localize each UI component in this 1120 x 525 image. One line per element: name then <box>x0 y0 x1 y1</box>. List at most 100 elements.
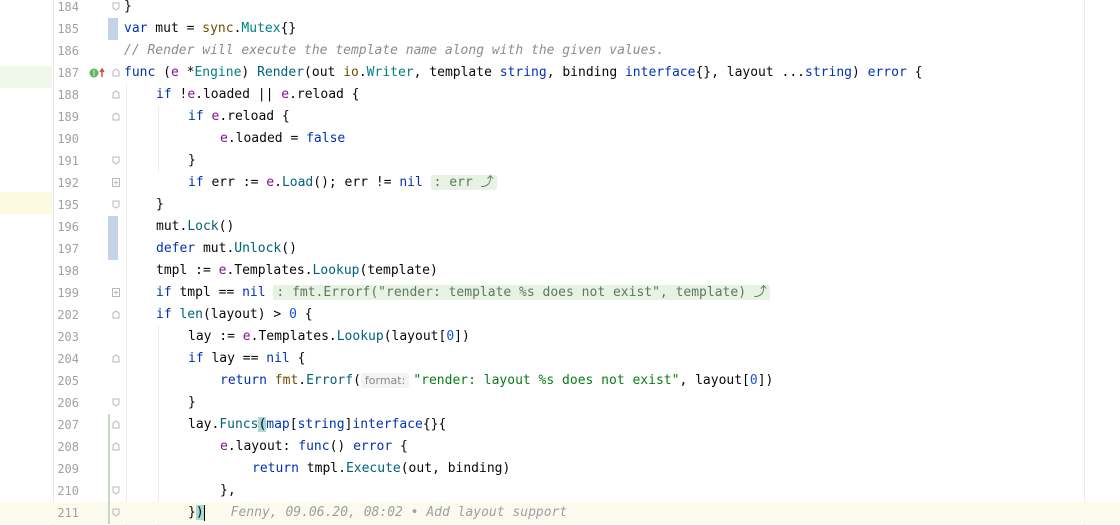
token: false <box>306 131 346 146</box>
code-text: e.loaded = false <box>220 128 345 150</box>
fold-end-icon[interactable] <box>112 486 120 495</box>
matched-brace: ) <box>195 505 204 520</box>
code-line[interactable]: 185 var mut = sync.Mutex{} <box>0 18 1120 40</box>
code-text: var mut = sync.Mutex{} <box>124 18 296 40</box>
token: ( <box>353 373 361 388</box>
code-line[interactable]: 206 } <box>0 392 1120 414</box>
code-line[interactable]: 197 defer mut.Unlock() <box>0 238 1120 260</box>
fold-collapsed-icon[interactable] <box>112 288 120 297</box>
token: .loaded = <box>227 131 307 146</box>
code-text: tmpl := e.Templates.Lookup(template) <box>156 260 438 282</box>
token: sync <box>202 21 234 36</box>
code-line[interactable]: 190 e.loaded = false <box>0 128 1120 150</box>
token: (layout) > <box>202 307 290 322</box>
token: Mutex <box>241 21 281 36</box>
line-number: 204 <box>57 352 79 366</box>
code-line[interactable]: 191 } <box>0 150 1120 172</box>
token: . <box>358 65 367 80</box>
folded-code-chip[interactable]: : fmt.Errorf("render: template %s does n… <box>273 285 770 300</box>
token: ) <box>241 65 258 80</box>
token: lay == <box>203 351 267 366</box>
code-line[interactable]: 204 if lay == nil { <box>0 348 1120 370</box>
token: 0 <box>749 373 758 388</box>
token: {}{ <box>422 417 447 432</box>
code-line[interactable]: 205 return fmt.Errorf(format: "render: la… <box>0 370 1120 392</box>
git-blame-annotation: Fenny, 09.06.20, 08:02 • Add layout supp… <box>230 505 568 520</box>
code-line[interactable]: 189 if e.reload { <box>0 106 1120 128</box>
code-line[interactable]: 202 if len(layout) > 0 { <box>0 304 1120 326</box>
token: , template <box>413 65 500 80</box>
code-line[interactable]: 196 mut.Lock() <box>0 216 1120 238</box>
token: defer <box>156 241 196 256</box>
fold-end-icon[interactable] <box>112 398 120 407</box>
line-number: 202 <box>57 308 79 322</box>
parameter-hint: format: <box>360 373 410 388</box>
token: { <box>289 351 306 366</box>
line-number: 190 <box>57 132 79 146</box>
token: * <box>178 65 195 80</box>
token: if <box>156 285 172 300</box>
vcs-added-marker[interactable] <box>108 502 110 524</box>
vcs-added-marker[interactable] <box>108 480 110 502</box>
fold-end-icon[interactable] <box>112 2 120 11</box>
token: .loaded || <box>195 87 282 102</box>
token: func <box>124 65 156 80</box>
code-line[interactable]: 199 if tmpl == nil : fmt.Errorf("render:… <box>0 282 1120 304</box>
code-text: }) Fenny, 09.06.20, 08:02 • Add layout su… <box>188 502 567 524</box>
code-line[interactable]: 184 } <box>0 0 1120 18</box>
token: if <box>188 109 204 124</box>
implementation-marker-icon[interactable]: I <box>89 67 109 79</box>
line-number: 192 <box>57 176 79 190</box>
code-text: } <box>188 153 196 168</box>
code-line[interactable]: 187 I func (e *Engine) Render(out io.Wri… <box>0 62 1120 84</box>
caret-line[interactable]: 211 }) Fenny, 09.06.20, 08:02 • Add layou… <box>0 502 1120 524</box>
fold-start-icon[interactable] <box>112 68 120 77</box>
code-line[interactable]: 208 e.layout: func() error { <box>0 436 1120 458</box>
line-number: 205 <box>57 374 79 388</box>
token: (layout[ <box>383 329 447 344</box>
code-line[interactable]: 195 } <box>0 194 1120 216</box>
token: e <box>220 439 228 454</box>
token: ( <box>155 65 171 80</box>
fold-end-icon[interactable] <box>112 508 120 517</box>
fold-start-icon[interactable] <box>112 112 120 121</box>
code-line[interactable]: 209 return tmpl.Execute(out, binding) <box>0 458 1120 480</box>
fold-end-icon[interactable] <box>112 200 120 209</box>
code-line[interactable]: 192 if err := e.Load(); err != nil : err… <box>0 172 1120 194</box>
fold-start-icon[interactable] <box>112 90 120 99</box>
token: ]) <box>454 329 470 344</box>
token: Render <box>257 65 305 80</box>
code-line[interactable]: 207 lay.Funcs(map[string]interface{}{ <box>0 414 1120 436</box>
vcs-added-marker[interactable] <box>108 414 110 436</box>
fold-start-icon[interactable] <box>112 310 120 319</box>
vcs-change-marker[interactable] <box>108 18 118 40</box>
token: if <box>188 351 204 366</box>
code-line[interactable]: 188 if !e.loaded || e.reload { <box>0 84 1120 106</box>
code-line[interactable]: 210 }, <box>0 480 1120 502</box>
vcs-added-marker[interactable] <box>108 436 110 458</box>
token: [ <box>289 417 298 432</box>
token: Load <box>281 175 314 190</box>
token: . <box>274 175 282 190</box>
text-caret <box>203 504 205 521</box>
token: nil <box>242 285 266 300</box>
vcs-change-marker[interactable] <box>108 216 118 238</box>
fold-start-icon[interactable] <box>112 354 120 363</box>
fold-end-icon[interactable] <box>112 156 120 165</box>
token: e <box>220 131 228 146</box>
folded-code-chip[interactable]: : err ⤴ <box>430 175 497 190</box>
code-text: e.layout: func() error { <box>220 436 408 458</box>
code-line[interactable]: 203 lay := e.Templates.Lookup(layout[0]) <box>0 326 1120 348</box>
token: {}, layout ... <box>695 65 806 80</box>
fold-collapsed-icon[interactable] <box>112 178 120 187</box>
token: Lock <box>187 219 219 234</box>
code-line[interactable]: 198 tmpl := e.Templates.Lookup(template) <box>0 260 1120 282</box>
code-line[interactable]: 186 // Render will execute the template … <box>0 40 1120 62</box>
fold-start-icon[interactable] <box>112 442 120 451</box>
vcs-added-marker[interactable] <box>108 458 110 480</box>
fold-start-icon[interactable] <box>112 420 120 429</box>
line-number: 184 <box>57 0 79 14</box>
code-text: lay.Funcs(map[string]interface{}{ <box>188 414 446 436</box>
vcs-change-marker[interactable] <box>108 238 118 260</box>
token: { <box>906 65 923 80</box>
